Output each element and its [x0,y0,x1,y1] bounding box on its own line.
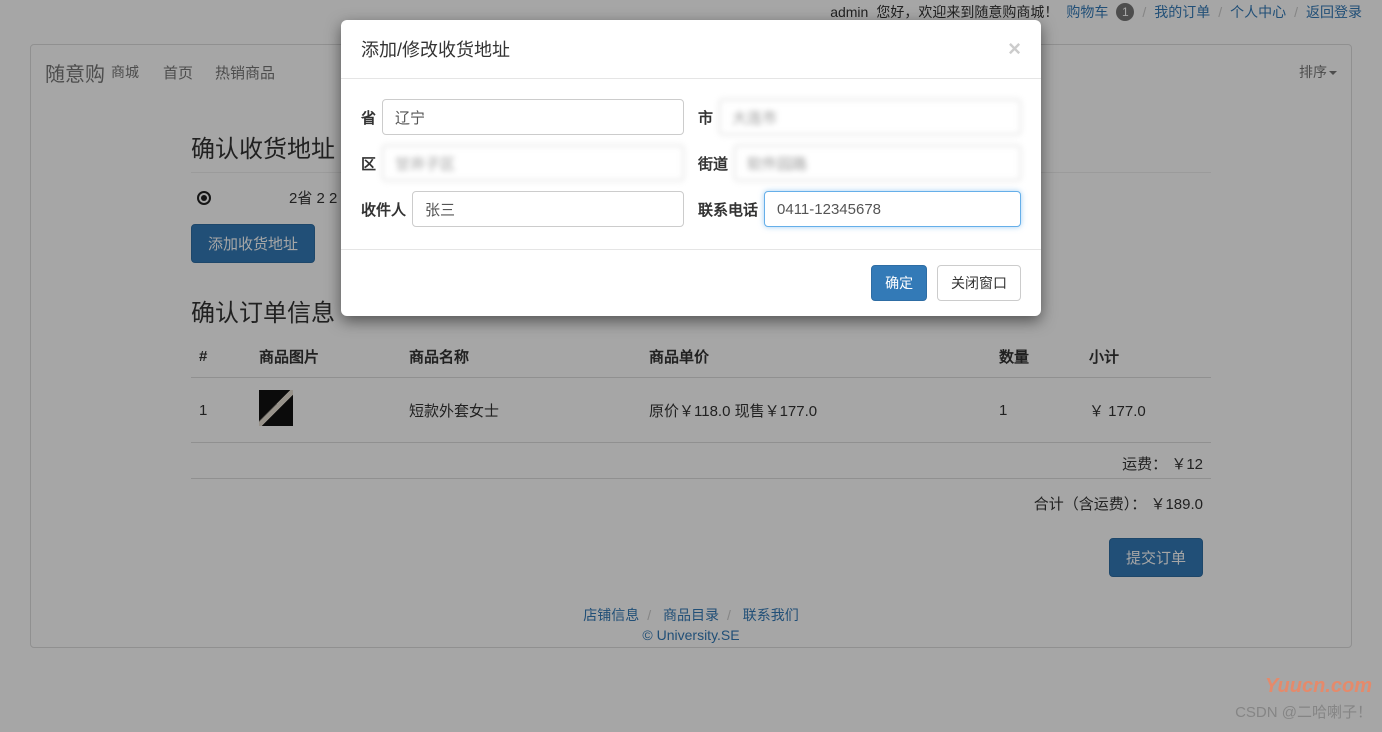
province-input[interactable] [382,99,684,135]
phone-input[interactable] [764,191,1021,227]
city-input[interactable] [719,99,1021,135]
watermark-credit: CSDN @二哈喇子！ [1235,701,1372,722]
modal-body: 省 市 区 街道 收件人 联系电话 [341,79,1041,233]
close-window-button[interactable]: 关闭窗口 [937,265,1021,301]
address-modal: 添加/修改收货地址 × 省 市 区 街道 收件人 [341,20,1041,316]
street-label: 街道 [698,153,728,174]
modal-header: 添加/修改收货地址 × [341,20,1041,79]
modal-footer: 确定 关闭窗口 [341,249,1041,316]
district-input[interactable] [382,145,684,181]
confirm-button[interactable]: 确定 [871,265,927,301]
street-input[interactable] [734,145,1021,181]
close-icon[interactable]: × [1008,38,1021,60]
receiver-input[interactable] [412,191,684,227]
province-label: 省 [361,107,376,128]
watermark-logo: Yuucn.com [1265,675,1372,698]
phone-label: 联系电话 [698,199,758,220]
city-label: 市 [698,107,713,128]
receiver-label: 收件人 [361,199,406,220]
district-label: 区 [361,153,376,174]
modal-title: 添加/修改收货地址 [361,36,510,62]
